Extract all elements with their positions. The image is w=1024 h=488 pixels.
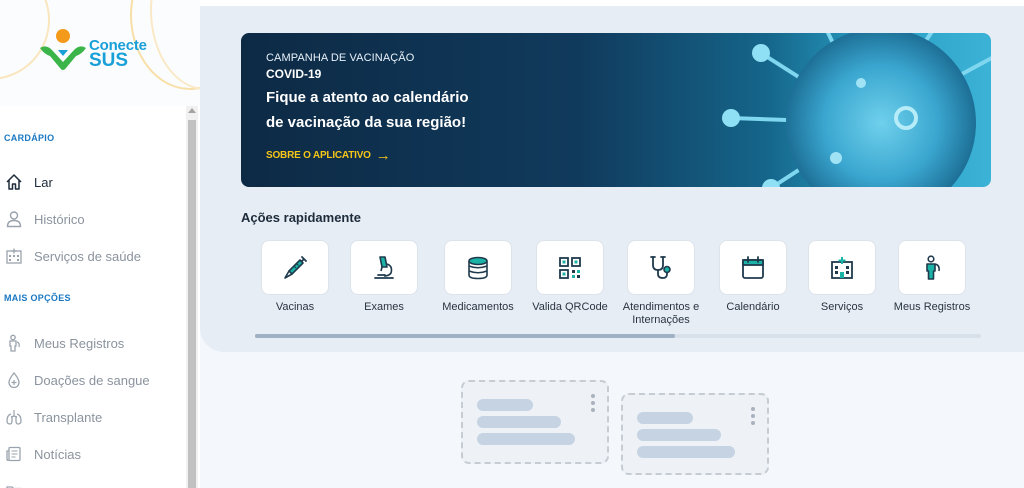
quick-action-meus-registros[interactable]: Meus Registros: [892, 240, 972, 314]
blood-drop-icon: [4, 370, 24, 390]
folder-icon: [4, 481, 24, 488]
quick-action-label: Serviços: [820, 301, 864, 313]
quick-action-servicos[interactable]: Serviços: [802, 240, 882, 314]
about-app-link[interactable]: SOBRE O APLICATIVO →: [266, 146, 391, 164]
hospital-icon: [831, 256, 853, 279]
sidebar-item-partial[interactable]: [0, 476, 185, 488]
banner-headline-line-1: Fique a atento ao calendário: [266, 89, 469, 106]
arrow-right-icon: →: [375, 146, 391, 164]
banner-headline-line-2: de vacinação da sua região!: [266, 114, 467, 131]
more-options-icon: [591, 394, 595, 415]
person-badge-icon: [4, 333, 24, 353]
quick-action-tile[interactable]: [536, 240, 604, 295]
sidebar-item-label: Serviços de saúde: [34, 248, 141, 264]
logo-text: Conecte SUS: [89, 38, 147, 71]
sidebar-item-label: Doações de sangue: [34, 372, 150, 388]
quick-action-label: Atendimentos e Internações: [622, 301, 700, 326]
sidebar-item-servicos-de-saude[interactable]: Serviços de saúde: [0, 241, 185, 271]
qrcode-icon: [559, 256, 581, 279]
quick-action-tile[interactable]: [898, 240, 966, 295]
quick-action-atendimentos[interactable]: Atendimentos e Internações: [621, 240, 701, 327]
quick-action-label: Vacinas: [275, 301, 315, 313]
placeholder-card: [621, 393, 769, 475]
pill-icon: [468, 256, 488, 279]
sidebar-item-label: Notícias: [34, 446, 81, 462]
quick-action-label: Valida QRCode: [532, 301, 608, 313]
person-badge-icon: [926, 254, 940, 280]
sidebar-item-label: Histórico: [34, 211, 85, 227]
sidebar-item-label: Meus Registros: [34, 335, 125, 351]
quick-action-medicamentos[interactable]: Medicamentos: [438, 240, 518, 314]
stethoscope-icon: [650, 255, 671, 279]
quick-action-tile[interactable]: [261, 240, 329, 295]
quick-action-valida-qrcode[interactable]: Valida QRCode: [530, 240, 610, 314]
news-icon: [4, 444, 24, 464]
quick-action-calendario[interactable]: Calendário: [713, 240, 793, 314]
calendar-icon: [742, 255, 764, 279]
menu-section-title: CARDÁPIO: [4, 133, 55, 143]
quick-action-tile[interactable]: [808, 240, 876, 295]
placeholder-bar: [477, 433, 575, 445]
placeholder-card: [461, 380, 609, 464]
quick-action-tile[interactable]: [350, 240, 418, 295]
sidebar-item-doacoes-de-sangue[interactable]: Doações de sangue: [0, 365, 185, 395]
person-icon: [4, 209, 24, 229]
logo-area: Conecte SUS: [0, 0, 200, 106]
microscope-icon: [374, 255, 394, 279]
quick-actions-scrollbar[interactable]: [255, 334, 981, 338]
quick-action-exames[interactable]: Exames: [344, 240, 424, 314]
sidebar-item-historico[interactable]: Histórico: [0, 204, 185, 234]
lungs-icon: [4, 407, 24, 427]
quick-actions-scroll-thumb[interactable]: [255, 334, 675, 338]
banner-campaign: COVID-19: [266, 67, 322, 81]
quick-action-tile[interactable]: [444, 240, 512, 295]
placeholder-bar: [637, 446, 735, 458]
virus-illustration: [722, 33, 991, 187]
quick-action-label: Calendário: [726, 301, 780, 313]
main-top-strip: [200, 0, 1024, 6]
banner-subtitle: CAMPANHA DE VACINAÇÃO: [266, 52, 415, 64]
sidebar-scrollbar[interactable]: [186, 106, 198, 488]
sidebar-scroll-thumb[interactable]: [188, 120, 196, 488]
vaccination-banner[interactable]: CAMPANHA DE VACINAÇÃO COVID-19 Fique a a…: [241, 33, 991, 187]
banner-headline: Fique a atento ao calendário de vacinaçã…: [266, 85, 526, 135]
quick-action-label: Meus Registros: [893, 301, 971, 313]
quick-action-tile[interactable]: [627, 240, 695, 295]
scroll-up-arrow-icon[interactable]: [188, 108, 196, 113]
sidebar-item-label: Transplante: [34, 409, 103, 425]
logo-line-2: SUS: [89, 50, 129, 71]
sidebar-item-label: Lar: [34, 174, 53, 190]
more-options-section-title: MAIS OPÇÕES: [4, 293, 71, 303]
about-app-link-label: SOBRE O APLICATIVO: [266, 150, 371, 161]
sidebar: Conecte SUS CARDÁPIO Lar Histórico Servi…: [0, 0, 200, 488]
placeholder-bar: [477, 416, 561, 428]
home-icon: [4, 172, 24, 192]
quick-actions-title: Ações rapidamente: [241, 210, 361, 225]
syringe-icon: [284, 255, 307, 279]
quick-action-label: Exames: [364, 301, 404, 313]
hospital-icon: [4, 246, 24, 266]
sidebar-item-lar[interactable]: Lar: [0, 167, 185, 197]
sidebar-item-transplante[interactable]: Transplante: [0, 402, 185, 432]
placeholder-bar: [477, 399, 533, 411]
conecte-sus-logo-icon: [40, 29, 86, 70]
quick-action-vacinas[interactable]: Vacinas: [255, 240, 335, 314]
placeholder-bar: [637, 412, 693, 424]
quick-action-tile[interactable]: [719, 240, 787, 295]
more-options-icon: [751, 407, 755, 428]
sidebar-item-noticias[interactable]: Notícias: [0, 439, 185, 469]
sidebar-item-meus-registros[interactable]: Meus Registros: [0, 328, 185, 358]
placeholder-bar: [637, 429, 721, 441]
quick-action-label: Medicamentos: [442, 301, 514, 313]
